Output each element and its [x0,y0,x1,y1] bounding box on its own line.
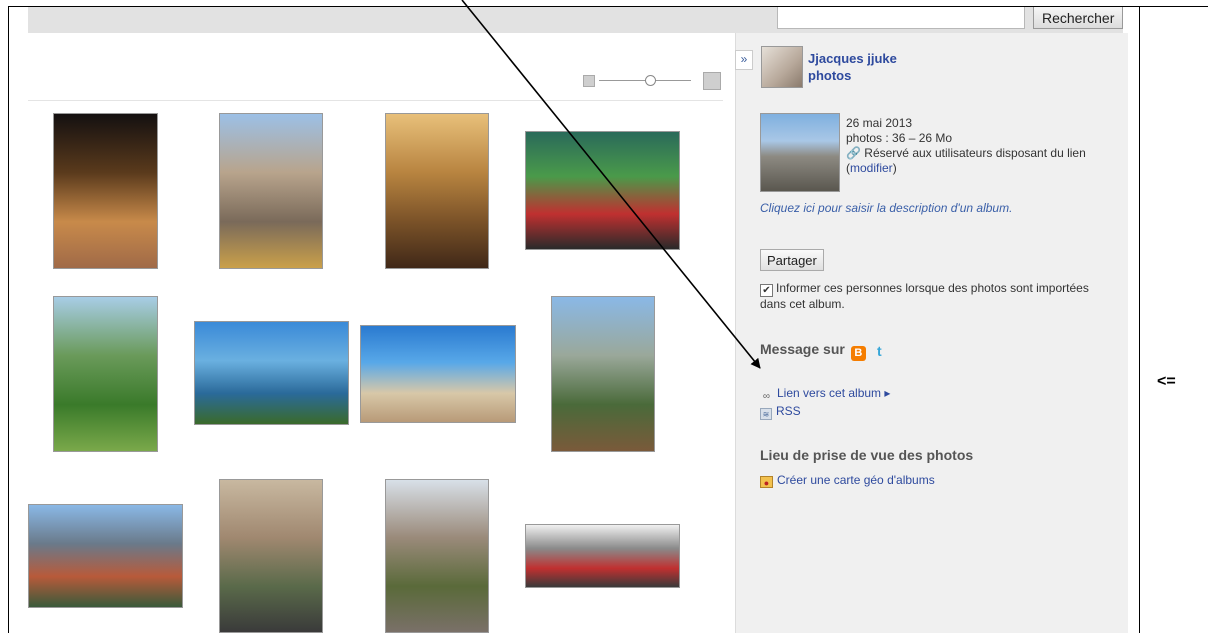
photo-thumbnail[interactable] [194,321,349,425]
owner-name-link[interactable]: Jjacques jjuke [808,50,897,67]
rss-icon: ≋ [760,408,772,420]
person-large-icon [703,72,721,90]
collapse-sidebar-button[interactable]: » [735,50,753,70]
modify-visibility-link[interactable]: modifier [850,161,893,175]
album-cover-thumbnail[interactable] [760,113,840,192]
album-link-label[interactable]: Lien vers cet album [777,386,881,400]
annotation-arrow-label: <= [1157,373,1176,390]
toolbar-divider [28,100,723,101]
geo-link-row[interactable]: ● Créer une carte géo d'albums [760,473,935,488]
photo-thumbnail[interactable] [53,113,158,269]
rss-link-row[interactable]: ≋ RSS [760,404,801,420]
photo-thumbnail[interactable] [385,479,489,633]
rss-link-label[interactable]: RSS [776,404,801,418]
link-globe-icon: 🔗 [846,146,861,160]
visibility-text: Réservé aux utilisateurs disposant du li… [864,146,1086,160]
chain-link-icon: ∞ [762,391,771,402]
frame-divider [1139,6,1140,633]
zoom-slider[interactable] [583,72,723,90]
photo-thumbnail[interactable] [360,325,516,423]
album-meta: 26 mai 2013 photos : 36 – 26 Mo 🔗 Réserv… [846,116,1116,176]
photo-thumbnail[interactable] [219,113,323,269]
geo-link-label[interactable]: Créer une carte géo d'albums [777,473,935,487]
avatar[interactable] [761,46,803,88]
photo-thumbnail[interactable] [28,504,183,608]
caret-right-icon: ▸ [884,386,891,400]
notify-text: Informer ces personnes lorsque des photo… [760,281,1089,311]
photo-thumbnail[interactable] [219,479,323,633]
twitter-icon[interactable]: t [872,344,887,359]
owner-info: Jjacques jjuke photos [808,50,897,84]
visibility-line: 🔗 Réservé aux utilisateurs disposant du … [846,146,1086,175]
album-date: 26 mai 2013 [846,116,913,130]
photo-thumbnail[interactable] [53,296,158,452]
message-title-label: Message sur [760,341,845,357]
blogger-icon[interactable]: B [850,346,866,361]
notify-option: ✔ Informer ces personnes lorsque des phot… [760,281,1100,311]
message-section-title: Message sur Bt [760,341,887,361]
photo-thumbnail[interactable] [551,296,655,452]
zoom-knob[interactable] [645,75,656,86]
owner-photos-link[interactable]: photos [808,67,897,84]
album-description-prompt[interactable]: Cliquez ici pour saisir la description d… [760,201,1012,215]
search-button[interactable]: Rechercher [1033,7,1124,29]
share-button[interactable]: Partager [760,249,824,271]
map-icon: ● [760,476,773,488]
photo-thumbnail[interactable] [525,524,680,588]
search-input[interactable] [777,7,1025,29]
person-small-icon [583,75,595,87]
album-link-row[interactable]: ∞ Lien vers cet album ▸ [760,386,891,403]
album-stats: photos : 36 – 26 Mo [846,131,953,145]
geo-section-title: Lieu de prise de vue des photos [760,447,974,463]
photo-thumbnail[interactable] [385,113,489,269]
photo-thumbnail[interactable] [525,131,680,250]
top-bar: Rechercher [28,7,1124,33]
notify-checkbox[interactable]: ✔ [760,284,773,297]
frame-left-border [8,6,9,633]
